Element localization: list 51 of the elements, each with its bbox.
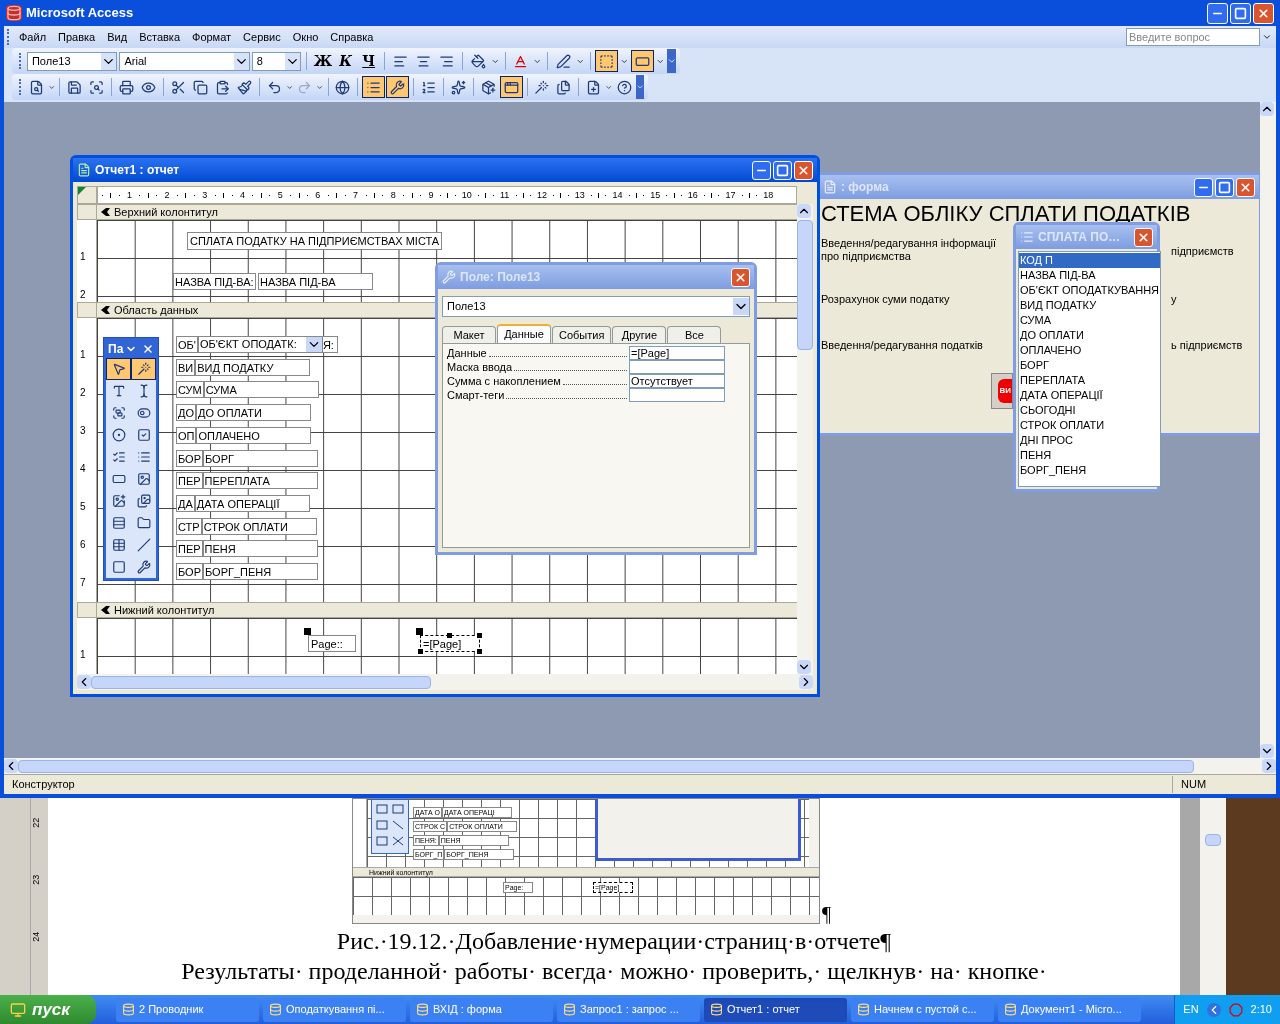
toolbox-title: Па	[108, 341, 124, 358]
status-text: Конструктор	[12, 777, 76, 793]
app-title: Microsoft Access	[26, 4, 135, 23]
ruler-number: 10	[461, 190, 472, 200]
section-title: Нижний колонтитул	[114, 602, 215, 618]
paragraph-mark: ¶	[822, 904, 832, 924]
ruler-number: 15	[650, 190, 661, 200]
ruler-number: 13	[574, 190, 585, 200]
property-name: Смарт-теги	[447, 389, 506, 402]
ruler-number: 18	[763, 190, 774, 200]
ruler-number: 24	[30, 931, 43, 942]
figure-caption: Рис.·19.12.·Добавление·нумерации·страниц·в·отчете¶	[336, 927, 892, 956]
ruler-number: 14	[612, 190, 623, 200]
ruler-number: 7	[80, 578, 86, 588]
num-lock-indicator: NUM	[1172, 776, 1268, 793]
ruler-number: 11	[500, 190, 510, 200]
body-text: Результаты· проделанной· работы· всегда· можно· проверить,· щелкнув· на· кнопке·	[181, 957, 1047, 986]
property-name: Маска ввода	[447, 361, 514, 374]
window-title: Отчет1 : отчет	[95, 162, 181, 179]
ruler-number: 1	[80, 650, 86, 660]
window-title: Поле: Поле13	[460, 269, 542, 286]
section-title: Область данных	[114, 302, 199, 318]
ruler-number: 1	[126, 190, 132, 200]
ruler-number: 2	[80, 290, 86, 300]
ruler-number: 1	[80, 252, 86, 262]
ruler-number: 4	[80, 464, 86, 474]
ruler-number: 9	[428, 190, 434, 200]
property-name: Данные	[447, 347, 488, 360]
ruler-number: 8	[390, 190, 396, 200]
ruler-number: 3	[202, 190, 208, 200]
ruler-number: 4	[240, 190, 245, 200]
ruler-number: 12	[537, 190, 548, 200]
ruler-number: 6	[315, 190, 321, 200]
section-title: Верхний колонтитул	[114, 204, 218, 220]
property-name: Сумма с накоплением	[447, 375, 562, 388]
ruler-number: 22	[30, 817, 43, 828]
ruler-number: 1	[80, 350, 86, 360]
window-title: : форма	[841, 179, 890, 196]
ruler-number: 2	[164, 190, 170, 200]
ruler-number: 7	[353, 190, 359, 200]
form-heading: СТЕМА ОБЛІКУ СПЛАТИ ПОДАТКІВ	[821, 201, 1192, 227]
clock: 2:10	[1250, 1002, 1272, 1018]
ruler-number: 6	[80, 540, 86, 550]
ruler-number: 5	[277, 190, 283, 200]
ruler-number: 3	[80, 426, 86, 436]
ruler-number: 17	[725, 190, 736, 200]
ruler-number: 16	[687, 190, 698, 200]
ruler-number: 23	[30, 874, 43, 885]
ruler-number: 2	[80, 388, 86, 398]
window-title: СПЛАТА ПО…	[1038, 229, 1122, 246]
ruler-number: 5	[80, 502, 86, 512]
